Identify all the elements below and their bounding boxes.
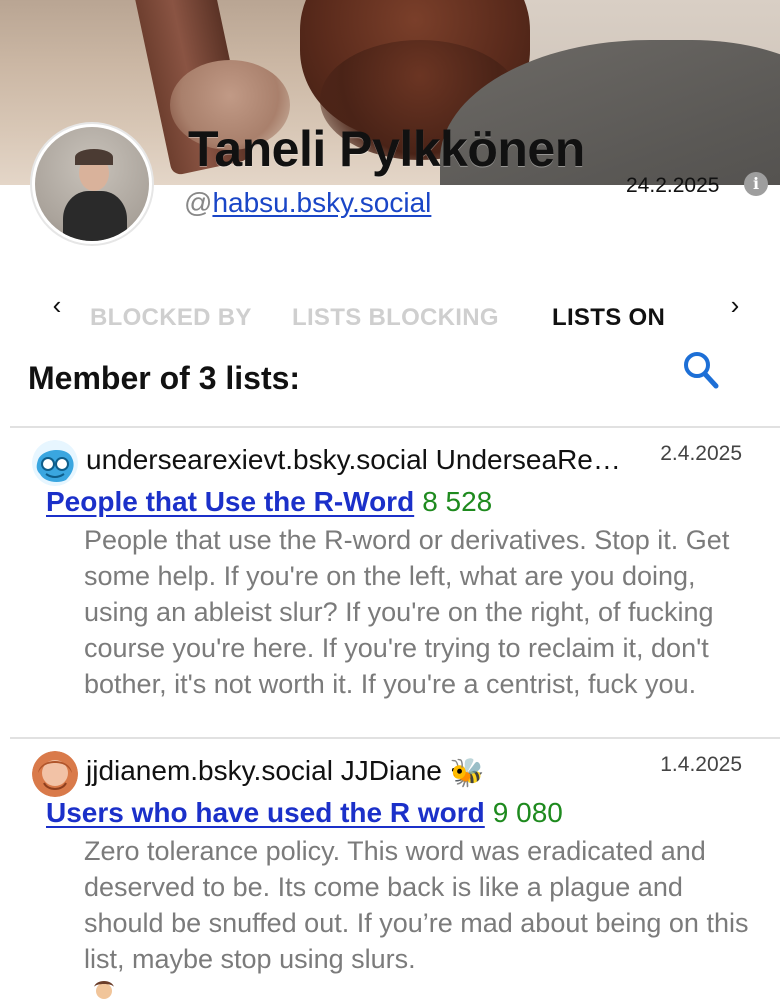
list-owner-name: UnderseaRe…	[435, 444, 621, 475]
bee-icon: 🐝	[449, 757, 485, 789]
profile-display-name: Taneli Pylkkönen	[188, 121, 585, 177]
list-owner-avatar[interactable]	[32, 440, 78, 486]
tab-lists-blocking[interactable]: LISTS BLOCKING	[292, 304, 499, 332]
profile-avatar[interactable]	[32, 124, 152, 244]
list-owner-handle: jjdianem.bsky.social	[86, 755, 333, 786]
tab-blocked-by[interactable]: BLOCKED BY	[90, 304, 252, 332]
handle-prefix: @	[184, 187, 213, 218]
tabs-right-arrow-icon[interactable]: ›	[720, 290, 750, 320]
profile-handle-link[interactable]: @habsu.bsky.social	[184, 187, 431, 219]
list-item[interactable]: undersearexievt.bsky.social UnderseaRe… …	[10, 430, 780, 736]
list-member-count: 8 528	[422, 486, 493, 517]
search-icon[interactable]	[682, 350, 720, 390]
list-owner[interactable]: jjdianem.bsky.social JJDiane 🐝	[86, 755, 485, 789]
list-date: 1.4.2025	[660, 753, 742, 776]
list-date: 2.4.2025	[660, 442, 742, 465]
list-title-link[interactable]: People that Use the R-Word	[46, 486, 414, 517]
divider	[10, 426, 780, 428]
list-title-link[interactable]: Users who have used the R word	[46, 797, 485, 828]
profile-date: 24.2.2025	[626, 174, 720, 197]
list-description: People that use the R-word or derivative…	[84, 525, 730, 699]
section-title: Member of 3 lists:	[28, 360, 301, 396]
list-title-row: People that Use the R-Word 8 528	[46, 486, 492, 518]
info-icon[interactable]: i	[744, 172, 768, 196]
handle-text: habsu.bsky.social	[212, 187, 432, 218]
list-member-count: 9 080	[492, 797, 563, 828]
list-title-row: Users who have used the R word 9 080	[46, 797, 563, 829]
tab-lists-on[interactable]: LISTS ON	[552, 304, 665, 332]
divider	[10, 737, 780, 739]
list-description: Zero tolerance policy. This word was era…	[84, 836, 749, 974]
list-owner-name: JJDiane	[340, 755, 442, 786]
profile-tabs: BLOCKED BY LISTS BLOCKING LISTS ON	[90, 304, 710, 338]
list-owner-handle: undersearexievt.bsky.social	[86, 444, 428, 475]
list-item[interactable]: jjdianem.bsky.social JJDiane 🐝 1.4.2025 …	[10, 741, 780, 1000]
tabs-left-arrow-icon[interactable]: ‹	[42, 290, 72, 320]
list-owner-avatar[interactable]	[32, 751, 78, 797]
person-gesturing-icon	[94, 981, 114, 999]
list-owner[interactable]: undersearexievt.bsky.social UnderseaRe…	[86, 444, 621, 476]
